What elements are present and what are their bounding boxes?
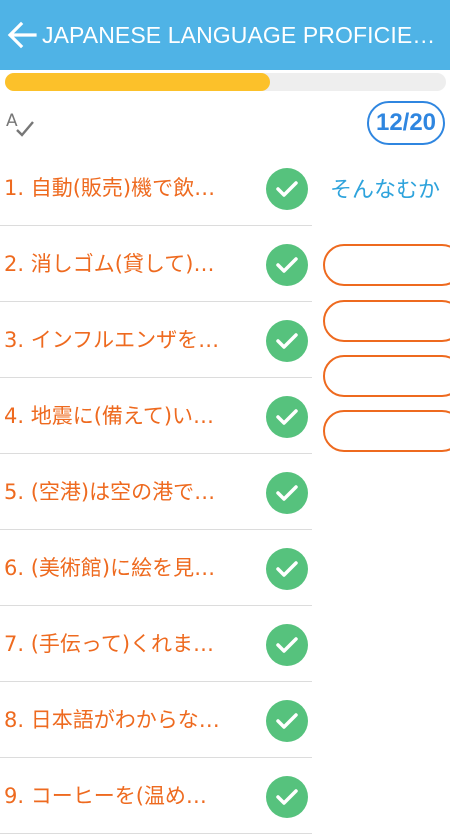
list-item[interactable]: 4. 地震に(備えて)い… xyxy=(0,378,312,454)
question-text: 8. 日本語がわからな… xyxy=(4,708,220,732)
list-item[interactable]: 2. 消しゴム(貸して)… xyxy=(0,226,312,302)
check-icon xyxy=(266,168,308,210)
question-text: 7. (手伝って)くれま… xyxy=(4,632,215,656)
question-text: 2. 消しゴム(貸して)… xyxy=(4,252,215,276)
spell-check-icon: A xyxy=(6,111,34,137)
list-item[interactable]: 9. コーヒーを(温め… xyxy=(0,758,312,834)
check-icon xyxy=(266,700,308,742)
list-item[interactable]: 8. 日本語がわからな… xyxy=(0,682,312,758)
arrow-left-icon xyxy=(7,21,37,49)
list-item[interactable]: 1. 自動(販売)機で飲… xyxy=(0,150,312,226)
question-text: 4. 地震に(備えて)い… xyxy=(4,404,215,428)
check-icon xyxy=(266,624,308,666)
spell-check-button[interactable]: A xyxy=(5,110,35,138)
app-title: JAPANESE LANGUAGE PROFICIEN… xyxy=(42,21,444,48)
list-item[interactable]: 5. (空港)は空の港で… xyxy=(0,454,312,530)
question-text: 1. 自動(販売)機で飲… xyxy=(4,176,216,200)
answer-option-4[interactable] xyxy=(323,410,450,452)
back-button[interactable] xyxy=(2,15,42,55)
list-item[interactable]: 7. (手伝って)くれま… xyxy=(0,606,312,682)
app-bar: JAPANESE LANGUAGE PROFICIEN… xyxy=(0,0,450,70)
check-icon xyxy=(266,396,308,438)
question-counter: 12/20 xyxy=(367,101,445,145)
check-icon xyxy=(266,320,308,362)
question-text: 3. インフルエンザを… xyxy=(4,328,220,352)
svg-text:A: A xyxy=(6,111,18,131)
answer-option-1[interactable] xyxy=(323,244,450,286)
answer-option-3[interactable] xyxy=(323,355,450,397)
check-icon xyxy=(266,548,308,590)
question-text: 9. コーヒーを(温め… xyxy=(4,784,207,808)
question-text: 5. (空港)は空の港で… xyxy=(4,480,216,504)
progress-bar xyxy=(5,73,446,91)
progress-fill xyxy=(5,73,270,91)
question-text: 6. (美術館)に絵を見… xyxy=(4,556,216,580)
list-item[interactable]: 6. (美術館)に絵を見… xyxy=(0,530,312,606)
answer-prompt: そんなむか xyxy=(330,178,441,203)
check-icon xyxy=(266,244,308,286)
answer-option-2[interactable] xyxy=(323,300,450,342)
question-list: 1. 自動(販売)機で飲… 2. 消しゴム(貸して)… 3. インフルエンザを…… xyxy=(0,150,312,834)
check-icon xyxy=(266,776,308,818)
check-icon xyxy=(266,472,308,514)
list-item[interactable]: 3. インフルエンザを… xyxy=(0,302,312,378)
